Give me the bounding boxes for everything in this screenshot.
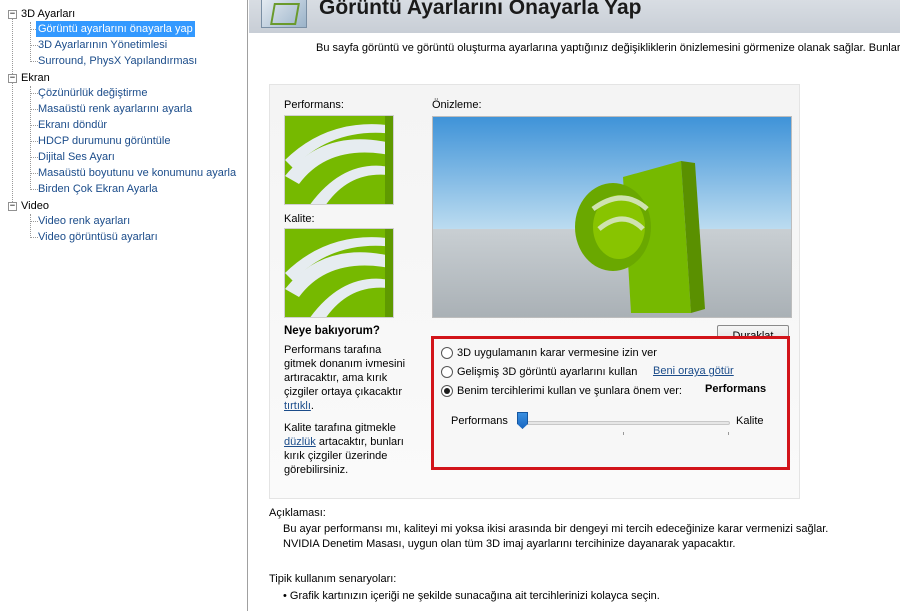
quality-explanation-text: Kalite tarafına gitmekle [284,422,396,434]
preview-label: Önizleme: [432,99,482,111]
tree-group-label: Ekran [21,72,50,84]
sidebar-item-label: Video görüntüsü ayarları [38,231,158,243]
smoothness-link[interactable]: düzlük [284,436,316,448]
highlight-frame [431,336,790,470]
sidebar-item-label: Masaüstü renk ayarlarını ayarla [38,103,193,115]
tree-connector [30,125,38,126]
intro-text: Bu sayfa görüntü ve görüntü oluşturma ay… [316,42,900,54]
tree-connector [30,237,38,238]
typical-usage-item: • Grafik kartınızın içeriği ne şekilde s… [283,590,660,602]
tree-group-label: Video [21,200,49,212]
description-line: NVIDIA Denetim Masası, uygun olan tüm 3D… [283,538,736,550]
sidebar-item-label: HDCP durumunu görüntüle [38,135,171,147]
tree-group-display[interactable]: − Ekran [0,70,247,86]
collapse-icon[interactable]: − [8,74,17,83]
tree-connector [30,157,38,158]
3d-settings-icon [261,0,307,28]
nvidia-logo-icon [285,116,393,204]
description-body: Bu ayar performansı mı, kaliteyi mi yoks… [283,522,828,552]
sidebar-item-label: Dijital Ses Ayarı [38,151,115,163]
sidebar-item-label: Masaüstü boyutunu ve konumunu ayarla [38,167,237,179]
collapse-icon[interactable]: − [8,10,17,19]
3d-preview-viewport [432,116,792,318]
description-line: Bu ayar performansı mı, kaliteyi mi yoks… [283,523,829,535]
tree-connector [30,173,38,174]
tree-connector [30,61,38,62]
tree-group-video[interactable]: − Video [0,198,247,214]
sidebar-item-label: Görüntü ayarlarını önayarla yap [36,21,195,37]
nvidia-logo-3d-icon [433,117,791,317]
tree-connector [30,22,31,62]
performance-explanation-end: . [310,400,314,412]
sidebar-item-label: Çözünürlük değiştirme [38,87,148,99]
performance-explanation-text: Performans tarafına gitmek donanım ivmes… [284,344,406,398]
typical-usage-title: Tipik kullanım senaryoları: [269,573,397,585]
nvidia-logo-icon [285,229,393,317]
sidebar-item-label: Birden Çok Ekran Ayarla [38,183,158,195]
collapse-icon[interactable]: − [8,202,17,211]
tree-connector [12,18,13,208]
sidebar-item-label: 3D Ayarlarının Yönetimlesi [38,39,168,51]
preview-panel: Performans: Kalite: Önizleme: Neye bakıy… [269,84,800,499]
quality-thumbnail [284,228,394,318]
page-header: Görüntü Ayarlarını Önayarla Yap [249,0,900,33]
tree-connector [30,93,38,94]
tree-connector [30,141,38,142]
jaggy-link[interactable]: tırtıklı [284,400,311,412]
sidebar-item-label: Ekranı döndür [38,119,108,131]
tree-connector [30,214,31,238]
quality-explanation: Kalite tarafına gitmekle düzlük artacakt… [284,421,412,477]
tree-connector [30,45,38,46]
sidebar-item-label: Video renk ayarları [38,215,131,227]
sidebar-item-label: Surround, PhysX Yapılandırması [38,55,198,67]
content-area: Görüntü Ayarlarını Önayarla Yap Bu sayfa… [249,0,900,611]
tree-group-label: 3D Ayarları [21,8,76,20]
tree-connector [30,221,38,222]
performance-label: Performans: [284,99,344,111]
what-am-i-looking-at-title: Neye bakıyorum? [284,325,380,337]
description-title: Açıklaması: [269,507,326,519]
quality-label: Kalite: [284,213,315,225]
performance-explanation: Performans tarafına gitmek donanım ivmes… [284,343,412,413]
typical-usage-text: Grafik kartınızın içeriği ne şekilde sun… [289,590,660,602]
navigation-tree: − 3D Ayarları Görüntü ayarlarını önayarl… [0,0,248,611]
tree-group-3d[interactable]: − 3D Ayarları [0,6,247,22]
tree-connector [30,109,38,110]
page-title: Görüntü Ayarlarını Önayarla Yap [319,0,642,19]
tree-connector [30,86,31,190]
performance-thumbnail [284,115,394,205]
tree-connector [30,189,38,190]
